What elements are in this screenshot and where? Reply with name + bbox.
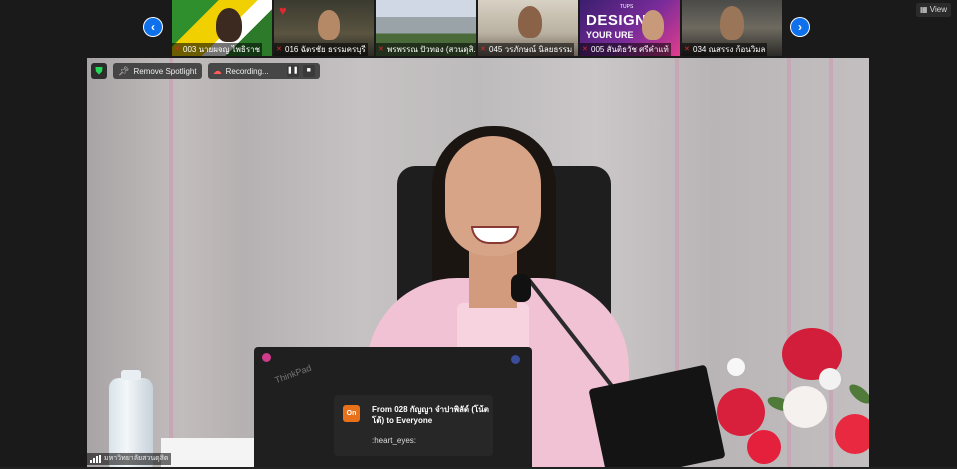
- participant-name: ✕ 016 ฉัตรชัย ธรรมครบุรี: [274, 43, 368, 56]
- leaf: [846, 381, 869, 407]
- sticker-dot: [511, 355, 520, 364]
- red-rose: [747, 430, 781, 464]
- muted-mic-icon: ✕: [174, 46, 180, 53]
- muted-mic-icon: ✕: [276, 46, 282, 53]
- view-button[interactable]: ▦ View: [916, 3, 951, 17]
- bottle-cap: [121, 370, 141, 380]
- participant-tile-3[interactable]: ✕ พรพรรณ ปัวทอง (สวนดุสิ...: [376, 0, 476, 56]
- gallery-next-button[interactable]: ›: [790, 17, 810, 37]
- chat-message: :heart_eyes:: [372, 436, 417, 445]
- avatar: [720, 6, 744, 40]
- sender-avatar: On: [343, 405, 360, 422]
- participant-tile-2[interactable]: ✕ 016 ฉัตรชัย ธรรมครบุรี: [274, 0, 374, 56]
- stop-icon: ■: [306, 67, 311, 74]
- participant-tile-6[interactable]: ✕ 034 ณสรรง ก้อนวิมล: [682, 0, 782, 56]
- participant-name: ✕ 003 นายผจญ ไพธิราช: [172, 43, 263, 56]
- paper-sheet: [161, 438, 257, 467]
- muted-mic-icon: ✕: [684, 46, 690, 53]
- participant-strip: ‹ ✕ 003 นายผจญ ไพธิราช ✕ 016 ฉัตรชัย ธรรมค…: [0, 0, 957, 58]
- laptop-brand: ThinkPad: [273, 362, 313, 386]
- chat-sender: From 028 กัญญา จำปาพิลัด์ (โน้ตโต้) to E…: [372, 405, 489, 425]
- participant-name: ✕ 045 วรภักษณ์ นิลยธรรม: [478, 43, 575, 56]
- red-rose: [835, 414, 869, 454]
- tups-logo-text: TUPS: [620, 4, 634, 10]
- pause-recording-button[interactable]: ❚❚: [286, 65, 299, 77]
- participant-name: ✕ พรพรรณ ปัวทอง (สวนดุสิ...: [376, 43, 476, 56]
- white-flower: [819, 368, 841, 390]
- participant-tile-1[interactable]: ✕ 003 นายผจญ ไพธิราช: [172, 0, 272, 56]
- shield-icon[interactable]: ⛊: [91, 63, 107, 79]
- active-speaker-label: มหาวิทยาลัยสวนดุสิต: [87, 453, 172, 465]
- participant-name: ✕ 034 ณสรรง ก้อนวิมล: [682, 43, 768, 56]
- muted-mic-icon: ✕: [480, 46, 486, 53]
- design-text: DESIGN: [586, 12, 647, 29]
- your-future-text: YOUR URE: [586, 30, 634, 40]
- signal-icon: [90, 455, 101, 463]
- remove-spotlight-button[interactable]: 📌︎ Remove Spotlight: [113, 63, 202, 79]
- chevron-left-icon: ‹: [144, 18, 162, 36]
- stop-recording-button[interactable]: ■: [302, 65, 315, 77]
- participant-tile-5[interactable]: TUPS DESIGN YOUR URE ✕ 005 สันติธวัช ศรีค…: [580, 0, 680, 56]
- red-rose: [717, 388, 765, 436]
- gallery-prev-button[interactable]: ‹: [143, 17, 163, 37]
- avatar: [318, 10, 340, 40]
- heart-icon: ♥: [279, 3, 287, 18]
- avatar: [518, 6, 542, 38]
- muted-mic-icon: ✕: [378, 46, 384, 53]
- speaker-neck: [469, 248, 517, 308]
- white-rose: [783, 386, 827, 428]
- recording-indicator: ☁ Recording... ❚❚ ■: [207, 63, 320, 79]
- muted-mic-icon: ✕: [582, 46, 588, 53]
- spotlight-controls: ⛊ 📌︎ Remove Spotlight ☁ Recording... ❚❚ …: [91, 63, 320, 79]
- white-flower: [727, 358, 745, 376]
- participant-tile-4[interactable]: ✕ 045 วรภักษณ์ นิลยธรรม: [478, 0, 578, 56]
- participant-name: ✕ 005 สันติธวัช ศรีคำแท้: [580, 43, 671, 56]
- curtain-fold: [169, 58, 173, 467]
- chevron-right-icon: ›: [791, 18, 809, 36]
- flower-arrangement: [707, 328, 869, 467]
- avatar: [216, 8, 242, 42]
- pause-icon: ❚❚: [286, 67, 299, 74]
- chat-notification[interactable]: On From 028 กัญญา จำปาพิลัด์ (โน้ตโต้) t…: [334, 395, 493, 456]
- sticker-dot: [262, 353, 271, 362]
- microphone-icon: [511, 274, 531, 302]
- pin-icon: 📌︎: [118, 65, 130, 76]
- cloud-record-icon: ☁: [212, 65, 222, 76]
- grid-icon: ▦: [920, 5, 928, 14]
- avatar: [642, 10, 664, 40]
